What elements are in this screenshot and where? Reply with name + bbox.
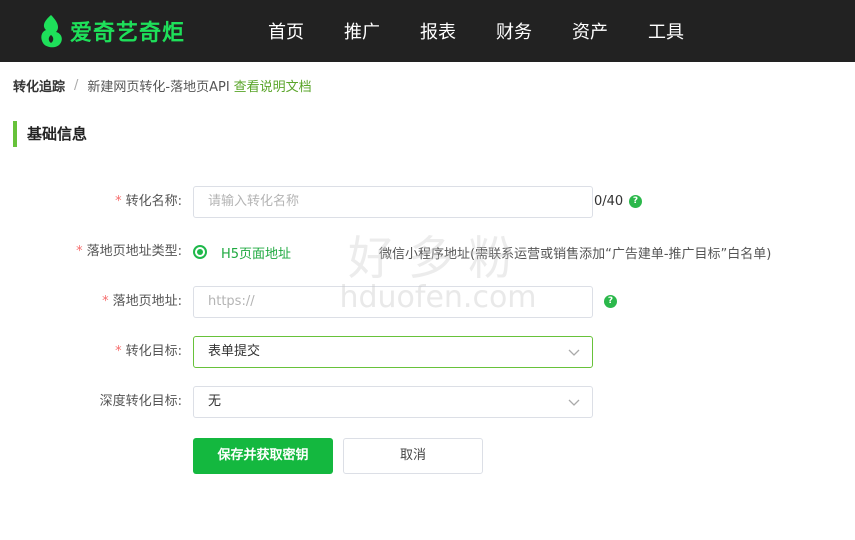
landing-type-label-text: 落地页地址类型: (86, 244, 182, 259)
deep-goal-label: 深度转化目标: (99, 394, 182, 409)
landing-type-radio-group: H5页面地址 微信小程序地址(需联系运营或销售添加“广告建单-推广目标”白名单) (193, 242, 771, 262)
conversion-name-placeholder: 请输入转化名称 (208, 194, 300, 209)
required-mark: * (76, 244, 83, 259)
required-mark: * (115, 344, 122, 359)
conversion-name-label-text: 转化名称: (125, 194, 182, 209)
char-counter: 0/40 (594, 194, 624, 209)
breadcrumb: 转化追踪 / 新建网页转化-落地页API 查看说明文档 (13, 76, 312, 95)
radio-h5-label[interactable]: H5页面地址 (221, 243, 291, 262)
landing-type-label: * 落地页地址类型: (0, 242, 182, 262)
required-mark: * (102, 294, 109, 309)
nav-item-promotion[interactable]: 推广 (324, 0, 400, 62)
landing-url-placeholder: https:// (208, 294, 255, 309)
save-and-get-key-button[interactable]: 保存并获取密钥 (193, 438, 333, 474)
conversion-name-input[interactable]: 请输入转化名称 (193, 186, 593, 218)
nav-item-finance[interactable]: 财务 (476, 0, 552, 62)
nav-item-home[interactable]: 首页 (248, 0, 324, 62)
flame-logo-icon (41, 15, 62, 48)
doc-link[interactable]: 查看说明文档 (234, 76, 312, 95)
section-title: 基础信息 (13, 121, 87, 147)
conversion-goal-value: 表单提交 (208, 344, 261, 359)
conversion-goal-label: * 转化目标: (0, 342, 182, 362)
brand-name: 爱奇艺奇炬 (70, 21, 186, 46)
landing-url-input[interactable]: https:// (193, 286, 593, 318)
top-navigation-bar: 爱奇艺奇炬 首页 推广 报表 财务 资产 工具 (0, 0, 855, 62)
landing-url-label-text: 落地页地址: (112, 294, 182, 309)
deep-goal-select[interactable]: 无 (193, 386, 593, 418)
conversion-goal-label-text: 转化目标: (125, 344, 182, 359)
conversion-name-label: * 转化名称: (0, 192, 182, 212)
main-nav: 首页 推广 报表 财务 资产 工具 (248, 0, 704, 62)
breadcrumb-separator: / (74, 77, 79, 93)
chevron-down-icon (568, 349, 580, 356)
conversion-goal-select[interactable]: 表单提交 (193, 336, 593, 368)
chevron-down-icon (568, 399, 580, 406)
cancel-button[interactable]: 取消 (343, 438, 483, 474)
radio-h5-selected[interactable] (193, 245, 207, 259)
nav-item-assets[interactable]: 资产 (552, 0, 628, 62)
landing-url-label: * 落地页地址: (0, 292, 182, 312)
deep-goal-value: 无 (208, 394, 222, 409)
radio-miniprogram-label[interactable]: 微信小程序地址(需联系运营或销售添加“广告建单-推广目标”白名单) (379, 243, 771, 262)
required-mark: * (115, 194, 122, 209)
nav-item-reports[interactable]: 报表 (400, 0, 476, 62)
nav-item-tools[interactable]: 工具 (628, 0, 704, 62)
help-icon[interactable]: ? (604, 295, 617, 308)
brand-logo[interactable]: 爱奇艺奇炬 (38, 12, 185, 50)
help-icon[interactable]: ? (629, 195, 642, 208)
breadcrumb-root[interactable]: 转化追踪 (13, 76, 65, 95)
breadcrumb-current: 新建网页转化-落地页API (87, 79, 230, 95)
